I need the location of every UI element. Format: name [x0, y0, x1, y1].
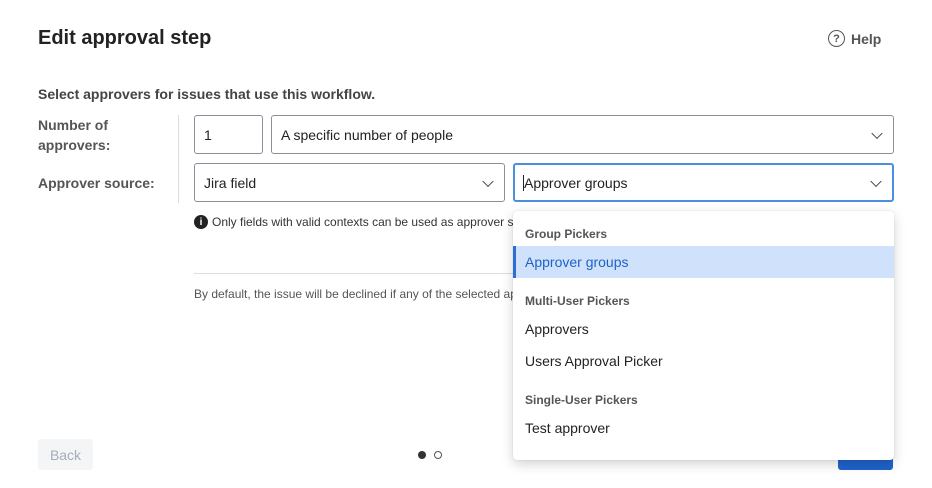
group-header: Multi-User Pickers — [525, 294, 630, 308]
source-type-select[interactable]: Jira field — [194, 163, 505, 202]
default-behavior-text: By default, the issue will be declined i… — [194, 287, 513, 301]
option-approver-groups[interactable]: Approver groups — [513, 246, 894, 278]
info-message: i Only fields with valid contexts can be… — [194, 215, 513, 229]
approver-field-dropdown: Group Pickers Approver groups Multi-User… — [513, 211, 894, 460]
divider — [178, 115, 179, 203]
number-mode-select[interactable]: A specific number of people — [271, 115, 894, 154]
number-of-approvers-label: Number of approvers: — [38, 115, 110, 155]
option-users-approval-picker[interactable]: Users Approval Picker — [513, 345, 894, 377]
select-value: A specific number of people — [281, 126, 453, 143]
approver-source-label: Approver source: — [38, 175, 155, 191]
page-dot[interactable] — [434, 451, 442, 459]
group-header: Single-User Pickers — [525, 393, 638, 407]
chevron-down-icon — [871, 127, 883, 139]
chevron-down-icon — [482, 175, 494, 187]
label-line: Number of — [38, 117, 108, 133]
group-header: Group Pickers — [525, 227, 608, 241]
info-text: Only fields with valid contexts can be u… — [212, 215, 513, 229]
help-icon: ? — [828, 30, 845, 47]
page-dot-active[interactable] — [418, 451, 426, 459]
option-test-approver[interactable]: Test approver — [513, 412, 894, 444]
info-icon: i — [194, 215, 208, 229]
select-value: Approver groups — [524, 174, 628, 191]
option-approvers[interactable]: Approvers — [513, 313, 894, 345]
source-field-select[interactable]: Approver groups — [513, 163, 894, 202]
help-button[interactable]: ? Help — [828, 30, 881, 47]
page-title: Edit approval step — [38, 27, 212, 49]
back-button[interactable]: Back — [38, 439, 93, 470]
select-value: Jira field — [204, 174, 257, 191]
form-subtitle: Select approvers for issues that use thi… — [38, 86, 376, 102]
label-line: approvers: — [38, 137, 111, 153]
chevron-down-icon — [870, 175, 882, 187]
help-label: Help — [851, 30, 882, 47]
number-input[interactable]: 1 — [194, 115, 263, 154]
